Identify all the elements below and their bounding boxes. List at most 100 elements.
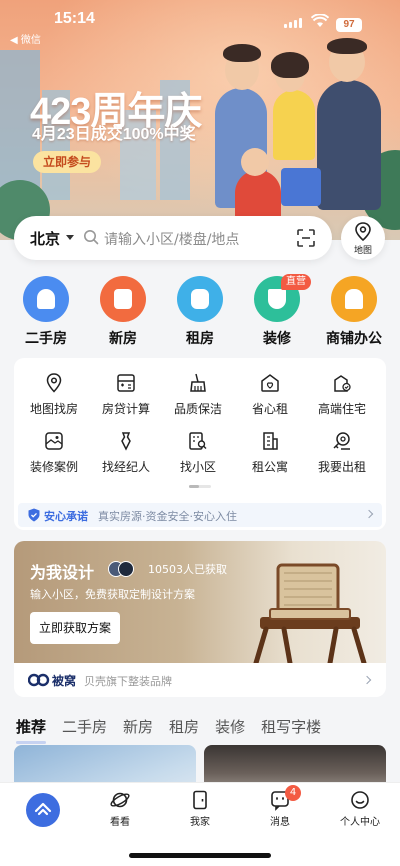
woman-hair bbox=[271, 52, 309, 78]
trust-promise-bar[interactable]: 安心承诺 真实房源·资金安全·安心入住 bbox=[18, 503, 382, 527]
tool-label: 我要出租 bbox=[317, 460, 366, 474]
chevron-right-icon bbox=[364, 509, 374, 519]
map-pin-icon bbox=[46, 373, 62, 393]
city-selector[interactable]: 北京 bbox=[30, 228, 60, 249]
category-new-home[interactable]: 新房 bbox=[85, 276, 161, 348]
design-promo-card[interactable]: 为我设计 10503人已获取 输入小区，免费获取定制设计方案 立即获取方案 被窝… bbox=[14, 541, 386, 697]
tool-easy-rent[interactable]: 省心租 bbox=[234, 372, 306, 417]
home-tab-button[interactable] bbox=[26, 793, 60, 827]
category-commercial[interactable]: 商铺办公 bbox=[316, 276, 392, 348]
category-second-hand[interactable]: 二手房 bbox=[8, 276, 84, 348]
wifi-icon bbox=[311, 14, 329, 27]
tool-luxury-home[interactable]: 高端住宅 bbox=[306, 372, 378, 417]
tool-mortgage-calc[interactable]: 房贷计算 bbox=[90, 372, 162, 417]
family-illustration bbox=[195, 38, 400, 230]
category-label: 二手房 bbox=[25, 331, 67, 347]
tool-list-for-rent[interactable]: 我要出租 bbox=[306, 430, 378, 475]
feed-tabs: 推荐 二手房 新房 租房 装修 租写字楼 bbox=[16, 716, 321, 744]
search-bar[interactable]: 北京 请输入小区/楼盘/地点 bbox=[14, 216, 332, 260]
category-label: 商铺办公 bbox=[326, 331, 382, 347]
tab-new-home[interactable]: 新房 bbox=[123, 716, 153, 740]
caret-down-icon bbox=[66, 235, 74, 240]
man-hair bbox=[223, 44, 261, 62]
back-to-wechat-link[interactable]: ◀ 微信 bbox=[10, 31, 41, 46]
tools-card: 地图找房 房贷计算 品质保洁 省心租 高端住宅 装修案例 找经纪人 找小区 租公… bbox=[14, 358, 386, 530]
category-label: 装修 bbox=[263, 331, 291, 347]
tool-rent-apartment[interactable]: 租公寓 bbox=[234, 430, 306, 475]
category-renovation[interactable]: 直营 装修 bbox=[239, 274, 315, 348]
join-now-button[interactable]: 立即参与 bbox=[33, 151, 101, 173]
home-icon bbox=[34, 802, 52, 816]
beiwo-logo-icon bbox=[28, 673, 50, 687]
gallery-icon bbox=[45, 432, 63, 450]
tab-label: 我家 bbox=[190, 817, 210, 828]
tab-profile[interactable]: 个人中心 bbox=[320, 789, 400, 828]
key-rent-icon bbox=[333, 432, 350, 450]
category-rent[interactable]: 租房 bbox=[162, 276, 238, 348]
tab-my-home[interactable]: 我家 bbox=[160, 789, 240, 828]
gift-box bbox=[281, 168, 321, 206]
tool-label: 高端住宅 bbox=[317, 402, 366, 416]
tool-find-agent[interactable]: 找经纪人 bbox=[90, 430, 162, 475]
design-count: 10503人已获取 bbox=[148, 563, 227, 576]
tool-label: 地图找房 bbox=[29, 402, 78, 416]
tab-office-rent[interactable]: 租写字楼 bbox=[261, 716, 321, 740]
tool-cleaning[interactable]: 品质保洁 bbox=[162, 372, 234, 417]
community-icon bbox=[189, 432, 207, 450]
key-icon bbox=[177, 276, 223, 322]
brand-name: 被窝 bbox=[52, 674, 77, 688]
kid-head bbox=[241, 148, 269, 176]
tool-map-search[interactable]: 地图找房 bbox=[18, 372, 90, 417]
get-plan-button[interactable]: 立即获取方案 bbox=[30, 612, 120, 644]
user-avatars bbox=[108, 561, 142, 577]
search-icon bbox=[84, 230, 99, 245]
shop-icon bbox=[331, 276, 377, 322]
tab-second-hand[interactable]: 二手房 bbox=[62, 716, 107, 740]
tool-label: 品质保洁 bbox=[173, 402, 222, 416]
tab-renovation[interactable]: 装修 bbox=[215, 716, 245, 740]
agent-figure bbox=[317, 80, 381, 210]
calculator-icon bbox=[117, 374, 135, 392]
tab-messages[interactable]: 4 消息 bbox=[240, 785, 320, 828]
map-button[interactable]: 地图 bbox=[341, 216, 385, 260]
message-count-badge: 4 bbox=[285, 785, 301, 801]
category-label: 租房 bbox=[186, 331, 214, 347]
tool-renovation-cases[interactable]: 装修案例 bbox=[18, 430, 90, 475]
promise-text: 真实房源·资金安全·安心入住 bbox=[98, 510, 237, 523]
house-icon bbox=[23, 276, 69, 322]
tab-recommend[interactable]: 推荐 bbox=[16, 716, 47, 744]
category-label: 新房 bbox=[109, 331, 137, 347]
tab-label: 消息 bbox=[270, 817, 290, 828]
tab-rent[interactable]: 租房 bbox=[169, 716, 199, 740]
tool-label: 找经纪人 bbox=[101, 460, 150, 474]
villa-icon bbox=[334, 375, 351, 392]
direct-badge: 直营 bbox=[281, 274, 311, 290]
main-categories: 二手房 新房 租房 直营 装修 商铺办公 bbox=[0, 274, 400, 348]
home-indicator bbox=[129, 853, 271, 858]
brand-description: 贝壳旗下整装品牌 bbox=[84, 675, 172, 688]
signal-icon bbox=[284, 18, 302, 28]
planet-icon bbox=[110, 792, 130, 808]
chevron-right-icon bbox=[362, 675, 372, 685]
status-bar: 15:14 ◀ 微信 97 bbox=[0, 0, 400, 46]
design-subtitle: 输入小区，免费获取定制设计方案 bbox=[30, 588, 195, 601]
design-title: 为我设计 bbox=[30, 563, 95, 582]
woman-figure bbox=[273, 90, 315, 160]
page-indicator bbox=[189, 485, 211, 488]
tab-discover[interactable]: 看看 bbox=[80, 789, 160, 828]
heart-house-icon bbox=[261, 374, 279, 392]
tab-label: 个人中心 bbox=[340, 817, 380, 828]
building-icon bbox=[100, 276, 146, 322]
scan-icon[interactable] bbox=[296, 228, 316, 248]
chair-illustration bbox=[253, 563, 367, 663]
tool-find-community[interactable]: 找小区 bbox=[162, 430, 234, 475]
tool-label: 省心租 bbox=[251, 402, 288, 416]
search-input[interactable]: 请输入小区/楼盘/地点 bbox=[104, 229, 239, 249]
banner-subtitle: 4月23日成交100%中奖 bbox=[32, 126, 196, 143]
battery-icon: 97 bbox=[336, 18, 362, 32]
brand-row[interactable]: 被窝 贝壳旗下整装品牌 bbox=[14, 663, 386, 697]
tool-label: 房贷计算 bbox=[101, 402, 150, 416]
tab-label: 看看 bbox=[110, 817, 130, 828]
map-label: 地图 bbox=[353, 246, 372, 256]
door-icon bbox=[193, 790, 207, 810]
